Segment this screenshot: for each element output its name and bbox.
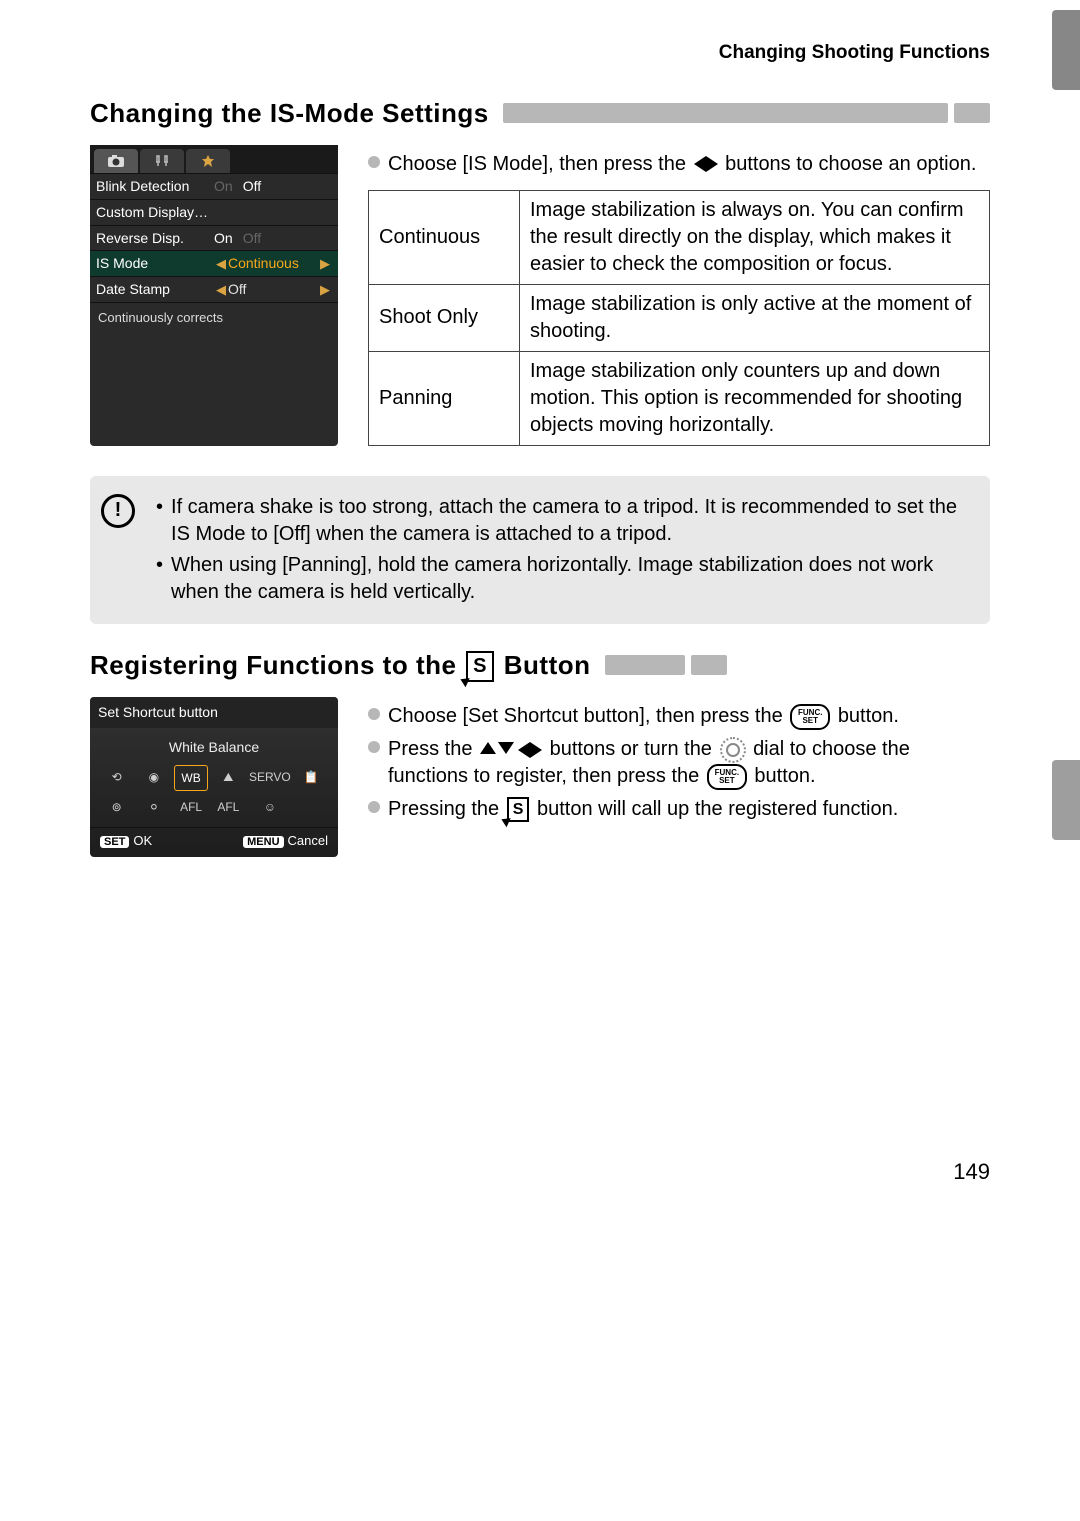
shortcut-title: Set Shortcut button: [90, 697, 338, 728]
step-2: Press the buttons or turn the dial to ch…: [368, 736, 990, 790]
bullet-icon: [368, 801, 380, 813]
menu-row-blink-detection: Blink Detection OnOff: [90, 173, 338, 199]
shortcut-mode-label: White Balance: [90, 728, 338, 763]
section-2-title-pre: Registering Functions to the: [90, 650, 464, 680]
shortcut-grid-cell: [295, 795, 328, 819]
tab-star-icon: [186, 149, 230, 173]
opt-continuous-desc: Image stabilization is always on. You ca…: [520, 190, 990, 284]
opt-shootonly-desc: Image stabilization is only active at th…: [520, 284, 990, 351]
shortcut-ok: SETOK: [100, 832, 152, 850]
side-tab-top: [1052, 10, 1080, 90]
dpad-icon: [480, 742, 542, 758]
bullet-icon: [368, 156, 380, 168]
section-1-title-text: Changing the IS-Mode Settings: [90, 96, 489, 131]
shortcut-grid-cell: ⚪︎: [137, 795, 170, 819]
note-1: If camera shake is too strong, attach th…: [156, 494, 972, 548]
shortcut-s-icon: S: [507, 797, 530, 823]
left-right-arrow-icon: [694, 156, 718, 172]
step-3: Pressing the S button will call up the r…: [368, 796, 990, 823]
shortcut-grid-cell: ☺: [249, 795, 291, 819]
caution-icon: !: [101, 494, 135, 528]
func-set-icon: FUNC.SET: [707, 764, 747, 790]
opt-panning-desc: Image stabilization only counters up and…: [520, 351, 990, 445]
menu-row-custom-display: Custom Display…: [90, 199, 338, 225]
shortcut-cancel: MENUCancel: [243, 832, 328, 850]
step-1: Choose [Set Shortcut button], then press…: [368, 703, 990, 730]
camera-menu-screenshot: Blink Detection OnOff Custom Display… Re…: [90, 145, 338, 446]
section-1-title: Changing the IS-Mode Settings: [90, 96, 990, 131]
side-tab-mid: [1052, 760, 1080, 840]
func-set-icon: FUNC.SET: [790, 704, 830, 730]
menu-footer: Continuously corrects: [90, 302, 338, 327]
opt-shootonly-label: Shoot Only: [369, 284, 520, 351]
shortcut-grid-cell: ⊚: [100, 795, 133, 819]
shortcut-grid-cell: ⛰: [212, 765, 245, 789]
section-2-title-post: Button: [504, 650, 591, 680]
tab-tools-icon: [140, 149, 184, 173]
shortcut-grid-cell: WB: [174, 765, 207, 791]
bullet-icon: [368, 741, 380, 753]
menu-row-reverse-disp: Reverse Disp. OnOff: [90, 225, 338, 251]
bullet-icon: [368, 708, 380, 720]
shortcut-grid-cell: AFL: [212, 795, 245, 819]
shortcut-grid-cell: 📋: [295, 765, 328, 789]
shortcut-grid-cell: ◉: [137, 765, 170, 789]
shortcut-screenshot: Set Shortcut button White Balance ⟲◉WB⛰S…: [90, 697, 338, 858]
section1-instruction: Choose [IS Mode], then press the buttons…: [368, 151, 990, 178]
tab-camera-icon: [94, 149, 138, 173]
page-header: Changing Shooting Functions: [90, 40, 990, 66]
shortcut-grid-cell: AFL: [174, 795, 207, 819]
shortcut-s-icon: S: [466, 651, 494, 682]
control-dial-icon: [720, 737, 746, 763]
note-2: When using [Panning], hold the camera ho…: [156, 552, 972, 606]
opt-panning-label: Panning: [369, 351, 520, 445]
caution-note-box: ! If camera shake is too strong, attach …: [90, 476, 990, 624]
page-number: 149: [90, 1157, 990, 1187]
opt-continuous-label: Continuous: [369, 190, 520, 284]
menu-row-date-stamp: Date Stamp ◀Off▶: [90, 276, 338, 302]
menu-row-is-mode: IS Mode ◀Continuous▶: [90, 250, 338, 276]
shortcut-grid-cell: ⟲: [100, 765, 133, 789]
section-2-title: Registering Functions to the S Button: [90, 648, 990, 683]
shortcut-grid-cell: SERVO: [249, 765, 291, 789]
is-mode-options-table: Continuous Image stabilization is always…: [368, 190, 990, 446]
